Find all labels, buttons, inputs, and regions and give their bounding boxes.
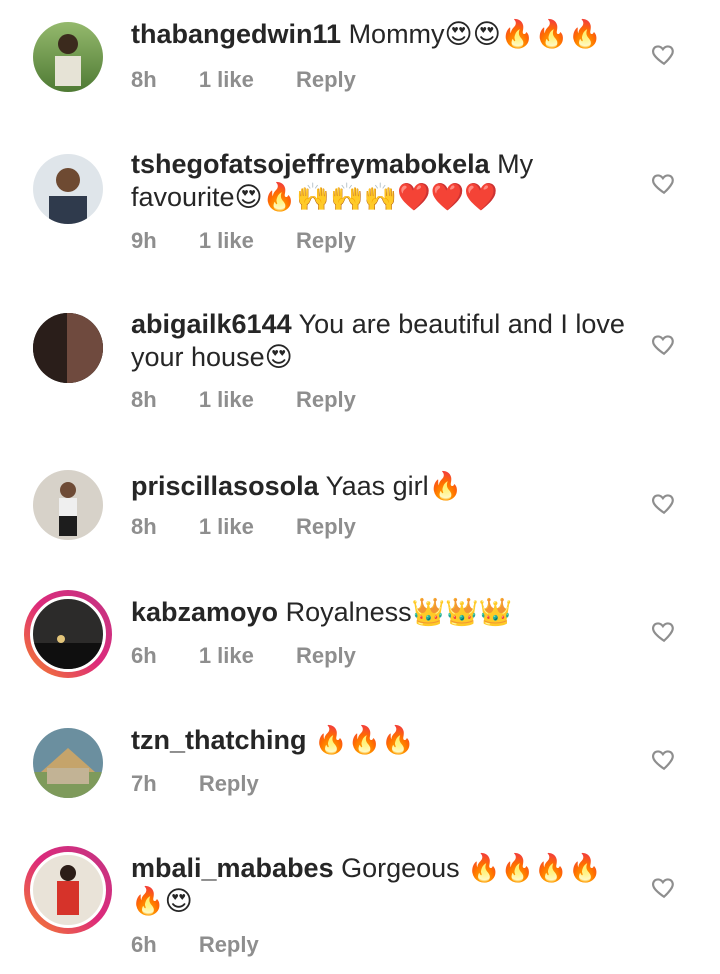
reply-button[interactable]: Reply <box>296 228 356 253</box>
heart-outline-icon[interactable] <box>651 618 677 644</box>
comment-item: kabzamoyo Royalness👑👑👑 6h 1 like Reply <box>0 586 720 706</box>
avatar-photo <box>57 865 79 915</box>
comment-username[interactable]: abigailk6144 <box>131 309 292 339</box>
comment-time: 6h <box>131 932 157 957</box>
comment-like-count[interactable]: 1 like <box>199 387 254 412</box>
comment-item: priscillasosola Yaas girl🔥 8h 1 like Rep… <box>0 458 720 578</box>
avatar <box>30 596 106 672</box>
comment-text: mbali_mababes Gorgeous 🔥🔥🔥🔥🔥😍 <box>131 852 631 918</box>
comment-body: Royalness👑👑👑 <box>285 597 513 627</box>
comment-username[interactable]: thabangedwin11 <box>131 19 341 49</box>
comment-meta: 6h 1 like Reply <box>131 643 392 669</box>
comment-body: 🔥🔥🔥 <box>314 725 415 755</box>
comment-time: 8h <box>131 387 157 412</box>
comment-text: abigailk6144 You are beautiful and I lov… <box>131 308 631 374</box>
comment-username[interactable]: tzn_thatching <box>131 725 307 755</box>
avatar[interactable] <box>33 313 103 383</box>
avatar-photo <box>59 482 77 536</box>
comment-text: kabzamoyo Royalness👑👑👑 <box>131 596 631 629</box>
comment-time: 6h <box>131 643 157 668</box>
heart-outline-icon[interactable] <box>651 170 677 196</box>
comment-meta: 8h 1 like Reply <box>131 387 392 413</box>
comment-meta: 7h Reply <box>131 771 295 797</box>
heart-outline-icon[interactable] <box>651 41 677 67</box>
heart-outline-icon[interactable] <box>651 490 677 516</box>
avatar[interactable] <box>33 154 103 224</box>
comment-meta: 8h 1 like Reply <box>131 67 392 93</box>
comment-text: tshegofatsojeffreymabokela My favourite😍… <box>131 148 631 214</box>
comment-body: Mommy😍😍🔥🔥🔥 <box>348 19 602 49</box>
comment-time: 8h <box>131 514 157 539</box>
avatar[interactable] <box>33 470 103 540</box>
avatar-story-ring[interactable] <box>24 846 112 934</box>
comment-item: mbali_mababes Gorgeous 🔥🔥🔥🔥🔥😍 6h Reply <box>0 842 720 974</box>
comment-username[interactable]: tshegofatsojeffreymabokela <box>131 149 490 179</box>
comment-username[interactable]: mbali_mababes <box>131 853 334 883</box>
comment-username[interactable]: kabzamoyo <box>131 597 278 627</box>
heart-outline-icon[interactable] <box>651 874 677 900</box>
comment-item: abigailk6144 You are beautiful and I lov… <box>0 300 720 440</box>
comment-text: tzn_thatching 🔥🔥🔥 <box>131 724 631 757</box>
comment-like-count[interactable]: 1 like <box>199 514 254 539</box>
comment-like-count[interactable]: 1 like <box>199 228 254 253</box>
avatar[interactable] <box>33 728 103 798</box>
comment-meta: 6h Reply <box>131 932 295 958</box>
heart-outline-icon[interactable] <box>651 331 677 357</box>
reply-button[interactable]: Reply <box>296 643 356 668</box>
reply-button[interactable]: Reply <box>296 514 356 539</box>
avatar-photo <box>49 168 87 224</box>
comment-meta: 9h 1 like Reply <box>131 228 392 254</box>
avatar-photo <box>33 635 103 669</box>
avatar-photo <box>33 748 103 798</box>
comment-time: 7h <box>131 771 157 796</box>
comment-username[interactable]: priscillasosola <box>131 471 319 501</box>
comment-text: thabangedwin11 Mommy😍😍🔥🔥🔥 <box>131 18 631 51</box>
comment-item: thabangedwin11 Mommy😍😍🔥🔥🔥 8h 1 like Repl… <box>0 0 720 130</box>
avatar-story-ring[interactable] <box>24 590 112 678</box>
avatar[interactable] <box>33 22 103 92</box>
heart-outline-icon[interactable] <box>651 746 677 772</box>
comment-item: tshegofatsojeffreymabokela My favourite😍… <box>0 142 720 282</box>
avatar-photo <box>55 34 81 86</box>
comment-like-count[interactable]: 1 like <box>199 643 254 668</box>
comment-item: tzn_thatching 🔥🔥🔥 7h Reply <box>0 714 720 834</box>
reply-button[interactable]: Reply <box>296 67 356 92</box>
comment-time: 8h <box>131 67 157 92</box>
avatar <box>30 852 106 928</box>
reply-button[interactable]: Reply <box>199 771 259 796</box>
comment-text: priscillasosola Yaas girl🔥 <box>131 470 631 503</box>
reply-button[interactable]: Reply <box>199 932 259 957</box>
comment-time: 9h <box>131 228 157 253</box>
comment-like-count[interactable]: 1 like <box>199 67 254 92</box>
comment-meta: 8h 1 like Reply <box>131 514 392 540</box>
avatar-photo <box>33 313 103 383</box>
comment-body: Yaas girl🔥 <box>325 471 463 501</box>
reply-button[interactable]: Reply <box>296 387 356 412</box>
